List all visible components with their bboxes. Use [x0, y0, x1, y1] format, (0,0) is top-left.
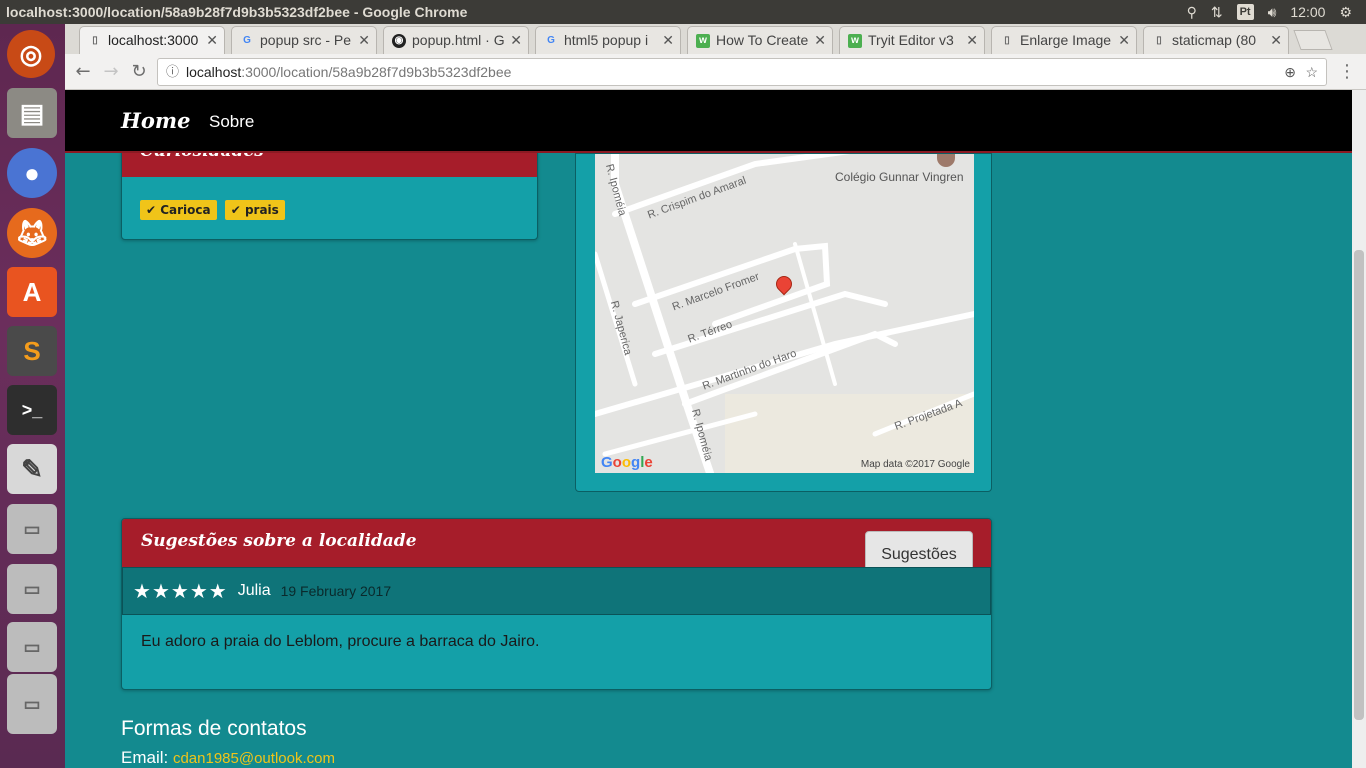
terminal-icon[interactable]: >_	[7, 385, 57, 435]
sublime-text-icon[interactable]: S	[7, 326, 57, 376]
tab-label: popup.html · G	[412, 32, 505, 48]
tab-label: popup src - Pe	[260, 32, 352, 48]
unity-launcher: ◎ ▤ ● 🦊︎ A S >_ ✎ ▭ ▭ ▭ ▭	[0, 24, 65, 768]
close-icon[interactable]: ✕	[814, 27, 826, 53]
close-icon[interactable]: ✕	[206, 27, 218, 53]
firefox-icon[interactable]: 🦊︎	[7, 208, 57, 258]
tab-tryit-editor[interactable]: w Tryit Editor v3 ✕	[839, 26, 985, 54]
google-icon: G	[243, 35, 251, 46]
close-icon[interactable]: ✕	[1270, 27, 1282, 53]
tab-localhost[interactable]: ▯ localhost:3000 ✕	[79, 26, 225, 54]
email-line: Email: cdan1985@outlook.com	[121, 748, 335, 768]
tab-popup-html[interactable]: ◉ popup.html · G ✕	[383, 26, 529, 54]
info-icon[interactable]: ⓘ	[166, 59, 179, 85]
new-tab-button[interactable]	[1293, 30, 1333, 50]
menu-icon[interactable]: ⋮	[1335, 60, 1359, 84]
tab-staticmap[interactable]: ▯ staticmap (80 ✕	[1143, 26, 1289, 54]
window-title: localhost:3000/location/58a9b28f7d9b3b53…	[6, 4, 468, 20]
poi-label: Colégio Gunnar Vingren	[835, 170, 964, 184]
page-scrollbar[interactable]	[1352, 90, 1366, 768]
gear-icon[interactable]: ⚙	[1339, 0, 1352, 24]
tab-label: localhost:3000	[108, 32, 199, 48]
panel-title: Sugestões sobre a localidade	[122, 519, 991, 567]
contacts-title: Formas de contatos	[121, 717, 307, 740]
ubuntu-icon[interactable]: ◎	[7, 30, 55, 78]
drive-icon[interactable]: ▭	[7, 564, 57, 614]
tab-label: Tryit Editor v3	[868, 32, 954, 48]
network-icon[interactable]: ⇅	[1211, 0, 1223, 24]
clock[interactable]: 12:00	[1290, 0, 1325, 24]
software-center-icon[interactable]: A	[7, 267, 57, 317]
accessibility-icon[interactable]: ⚲	[1187, 0, 1197, 24]
page-icon: ▯	[1156, 35, 1162, 46]
reload-icon[interactable]: ↻	[127, 60, 151, 84]
close-icon[interactable]: ✕	[966, 27, 978, 53]
scrollbar-thumb[interactable]	[1354, 250, 1364, 720]
star-icon[interactable]: ☆	[1305, 59, 1318, 85]
star-icon: ★	[189, 579, 208, 603]
text-editor-icon[interactable]: ✎	[7, 444, 57, 494]
map-panel: Colégio Gunnar Vingren R. Crispim do Ama…	[575, 153, 992, 492]
page-content: Curiosidades ✔ Carioca ✔ prais	[65, 90, 1352, 768]
tab-label: Enlarge Image	[1020, 32, 1112, 48]
tab-html5-popup[interactable]: Ghtml5 popup i ✕	[535, 26, 681, 54]
tag-label: Carioca	[160, 203, 211, 217]
tab-label: How To Create	[716, 32, 809, 48]
browser-toolbar: ← → ↻ ⓘ localhost:3000/location/58a9b28f…	[65, 54, 1366, 90]
tag-list: ✔ Carioca ✔ prais	[122, 177, 537, 220]
tab-label: html5 popup i	[564, 32, 649, 48]
keyboard-language[interactable]: Pt	[1236, 4, 1254, 20]
w3-icon: w	[696, 34, 710, 48]
nav-sobre-link[interactable]: Sobre	[209, 112, 254, 132]
github-icon: ◉	[392, 34, 406, 48]
tag-chip: ✔ prais	[224, 200, 285, 220]
window-title-bar: localhost:3000/location/58a9b28f7d9b3b53…	[0, 0, 1366, 24]
stacked-drives-icon[interactable]: ▭	[7, 674, 57, 734]
review-date: 19 February 2017	[280, 583, 392, 599]
system-tray: ⚲ ⇅ Pt 🔊︎ 12:00 ⚙	[1187, 0, 1352, 24]
volume-icon[interactable]: 🔊︎	[1268, 0, 1277, 24]
star-icon: ★	[170, 579, 189, 603]
close-icon[interactable]: ✕	[358, 27, 370, 53]
sugestoes-panel: Sugestões sobre a localidade Sugestões ★…	[121, 518, 992, 690]
map-attribution: Map data ©2017 Google	[860, 459, 970, 470]
tab-how-to-create[interactable]: w How To Create ✕	[687, 26, 833, 54]
review-text: Eu adoro a praia do Leblom, procure a ba…	[141, 633, 540, 650]
back-icon[interactable]: ←	[71, 60, 95, 84]
site-navbar: Home Sobre	[65, 90, 1352, 153]
url-path: :3000/location/58a9b28f7d9b3b5323df2bee	[241, 64, 512, 80]
tab-strip: ▯ localhost:3000 ✕ Gpopup src - Pe ✕ ◉ popup…	[65, 24, 1366, 54]
star-icon: ★	[133, 579, 151, 603]
email-label: Email:	[121, 748, 169, 767]
close-icon[interactable]: ✕	[662, 27, 674, 53]
close-icon[interactable]: ✕	[1118, 27, 1130, 53]
review-header: ★ ★ ★ ★ ★ Julia 19 February 2017	[122, 567, 991, 615]
files-icon[interactable]: ▤	[7, 88, 57, 138]
zoom-icon[interactable]: ⊕	[1284, 59, 1296, 85]
page-icon: ▯	[1004, 35, 1010, 46]
tab-popup-src[interactable]: Gpopup src - Pe ✕	[231, 26, 377, 54]
close-icon[interactable]: ✕	[510, 27, 522, 53]
w3-icon: w	[848, 34, 862, 48]
star-icon: ★	[208, 579, 227, 603]
email-link[interactable]: cdan1985@outlook.com	[173, 750, 335, 767]
url-host: localhost	[186, 64, 242, 80]
star-icon: ★	[151, 579, 170, 603]
forward-icon[interactable]: →	[99, 60, 123, 84]
tab-enlarge-image[interactable]: ▯ Enlarge Image ✕	[991, 26, 1137, 54]
tag-label: prais	[244, 203, 279, 217]
tag-chip: ✔ Carioca	[140, 200, 217, 220]
tab-label: staticmap (80	[1172, 32, 1257, 48]
google-icon: G	[547, 35, 555, 46]
static-map[interactable]: Colégio Gunnar Vingren R. Crispim do Ama…	[595, 154, 974, 473]
review-author: Julia	[237, 582, 271, 599]
drive-icon[interactable]: ▭	[7, 504, 57, 554]
google-logo: Google	[601, 454, 653, 471]
drive-icon[interactable]: ▭	[7, 622, 57, 672]
page-icon: ▯	[92, 35, 98, 46]
chrome-icon[interactable]: ●	[7, 148, 57, 198]
nav-home-link[interactable]: Home	[121, 108, 190, 133]
address-bar[interactable]: ⓘ localhost:3000/location/58a9b28f7d9b3b…	[157, 58, 1327, 86]
